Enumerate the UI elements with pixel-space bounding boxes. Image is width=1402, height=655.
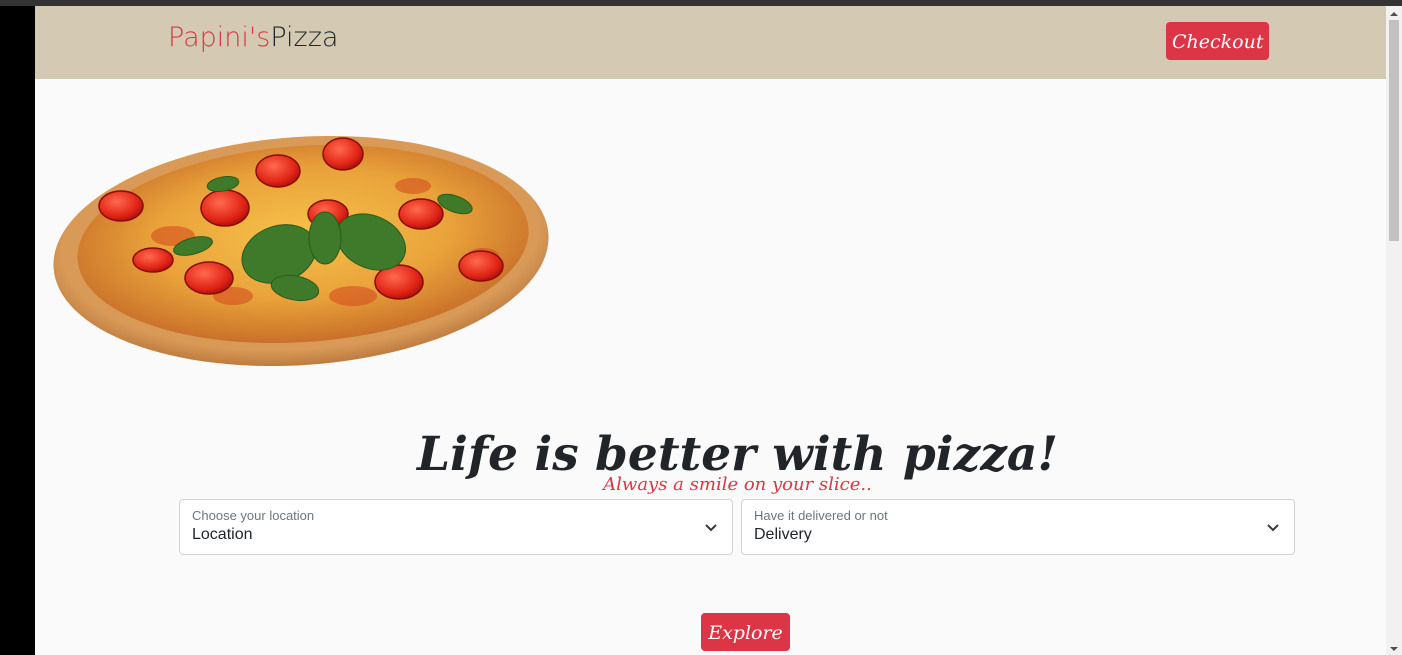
window-left-edge bbox=[0, 6, 35, 655]
location-select-label: Choose your location bbox=[192, 508, 315, 523]
vertical-scrollbar[interactable] bbox=[1386, 6, 1402, 655]
pizza-hero-image bbox=[53, 135, 549, 367]
delivery-select-value: Delivery bbox=[754, 526, 812, 543]
chevron-down-icon bbox=[1267, 524, 1279, 532]
explore-button[interactable]: Explore bbox=[701, 613, 790, 651]
brand-name-part1: Papini's bbox=[168, 22, 271, 53]
chevron-down-icon bbox=[705, 524, 717, 532]
checkout-button[interactable]: Checkout bbox=[1166, 22, 1269, 60]
location-select[interactable]: Choose your location Location bbox=[179, 499, 733, 555]
location-select-value: Location bbox=[192, 526, 253, 543]
scroll-up-arrow-icon[interactable] bbox=[1386, 8, 1402, 20]
brand-logo[interactable]: Papini'sPizza bbox=[168, 20, 338, 56]
scroll-down-arrow-icon[interactable] bbox=[1386, 643, 1402, 655]
delivery-select-label: Have it delivered or not bbox=[754, 508, 888, 523]
scrollbar-thumb[interactable] bbox=[1389, 20, 1399, 241]
hero-tagline: Always a smile on your slice.. bbox=[603, 474, 872, 495]
delivery-select[interactable]: Have it delivered or not Delivery bbox=[741, 499, 1295, 555]
page-viewport: Papini'sPizza Checkout Life is better wi… bbox=[35, 6, 1386, 655]
brand-name-part2: Pizza bbox=[270, 22, 339, 53]
navbar: Papini'sPizza Checkout bbox=[35, 6, 1386, 79]
